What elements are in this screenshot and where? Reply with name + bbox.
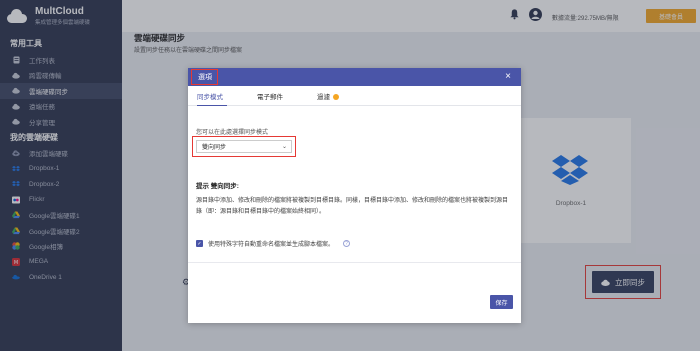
premium-icon [333,93,339,100]
options-dialog: 選項 × 同步模式 電子郵件 過濾 您可以在此處選擇同步模式 雙向同步 ⌄ 提示… [188,68,521,323]
save-label: 保存 [495,300,508,307]
close-icon[interactable]: × [505,71,511,82]
rename-option: ✓ 使用特殊字符自動重命名檔案並生成腳本檔案。 ? [196,239,351,248]
rename-checkbox[interactable]: ✓ [196,240,203,247]
dialog-tabs: 同步模式 電子郵件 過濾 [188,86,521,106]
tab-email[interactable]: 電子郵件 [257,91,283,101]
tab-filter[interactable]: 過濾 [317,91,339,101]
tip-title: 提示 雙向同步: [196,183,239,190]
sync-mode-label: 您可以在此處選擇同步模式 [196,130,269,136]
dialog-header: 選項 × [188,68,521,86]
help-icon[interactable]: ? [343,240,351,247]
sync-mode-value: 雙向同步 [202,145,227,151]
tab-filter-label: 過濾 [317,93,330,101]
tip-body: 源目錄中添加、修改和刪除的檔案將被複製到目標目錄。同樣，目標目錄中添加、修改和刪… [196,198,509,215]
chevron-down-icon: ⌄ [281,144,287,150]
save-button[interactable]: 保存 [490,295,513,309]
highlight-box [191,69,218,85]
sync-mode-select[interactable]: 雙向同步 ⌄ [196,140,292,153]
divider [188,262,521,263]
active-tab-indicator [197,104,227,106]
rename-checkbox-label: 使用特殊字符自動重命名檔案並生成腳本檔案。 [208,242,335,248]
tab-sync-mode[interactable]: 同步模式 [197,91,223,101]
